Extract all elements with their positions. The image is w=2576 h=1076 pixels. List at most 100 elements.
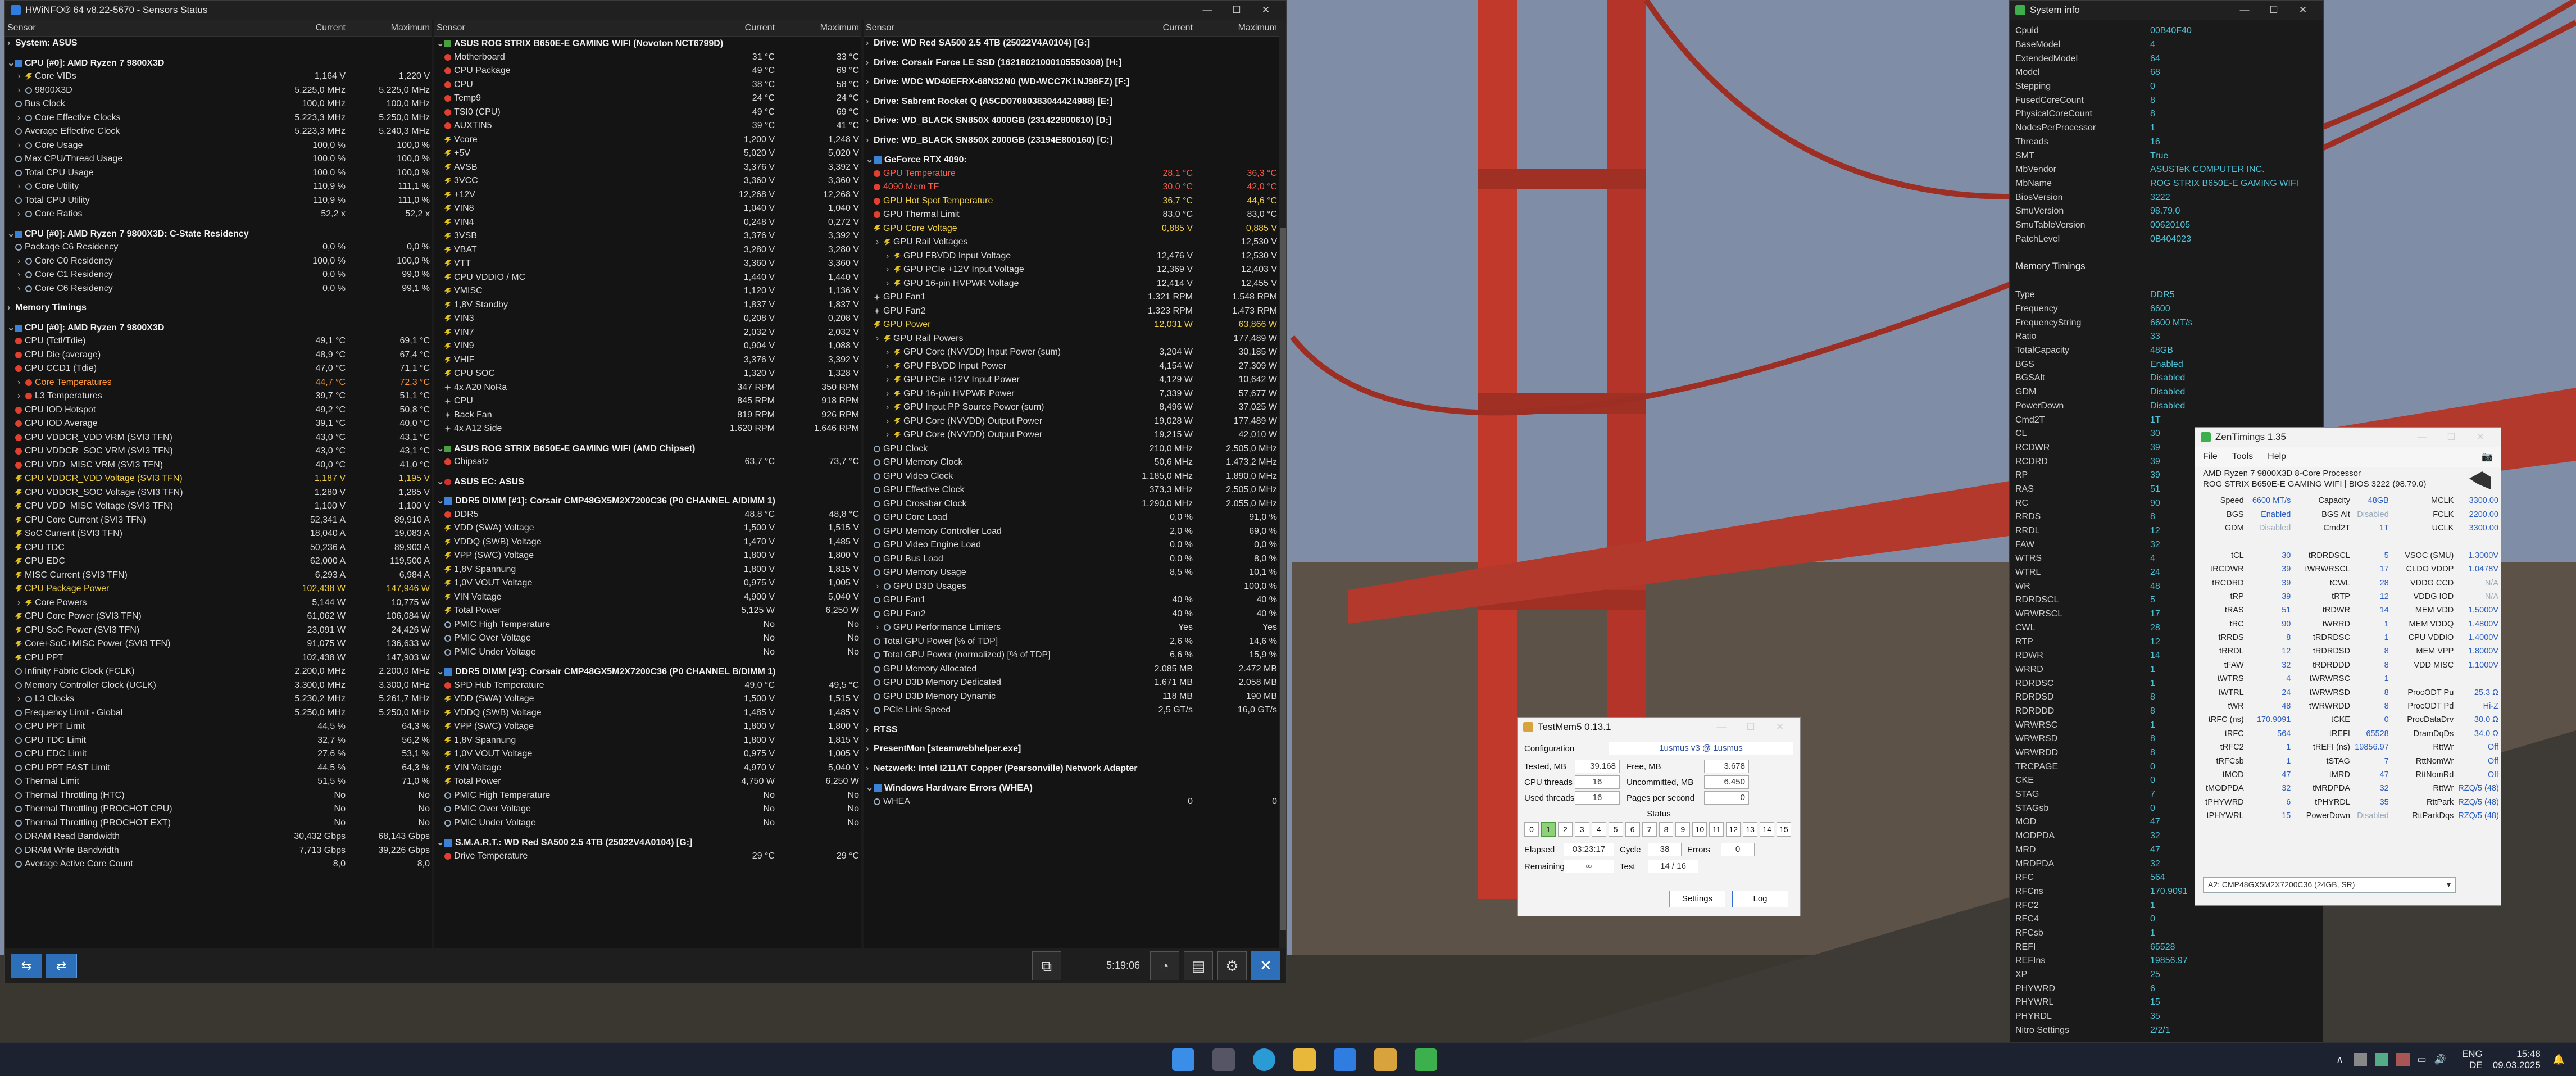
hwinfo-task-icon[interactable] xyxy=(1334,1048,1356,1071)
sensor-row[interactable]: CPU (Tctl/Tdie) 49,1 °C 69,1 °C xyxy=(5,334,432,348)
arrows-icon[interactable]: ⇄ xyxy=(46,953,77,978)
sensor-row[interactable]: › Core VIDs 1,164 V 1,220 V xyxy=(5,70,432,84)
sensor-row[interactable]: › Core Powers 5,144 W 10,775 W xyxy=(5,596,432,610)
sensor-row[interactable]: CPU CCD1 (Tdie) 47,0 °C 71,1 °C xyxy=(5,362,432,376)
close-icon[interactable]: ✕ xyxy=(2466,432,2495,443)
spacer[interactable] xyxy=(5,296,432,301)
spacer[interactable] xyxy=(864,70,1279,75)
sensor-row[interactable]: +5V 5,020 V 5,020 V xyxy=(434,147,861,161)
sensor-row[interactable]: › Core C6 Residency 0,0 % 99,1 % xyxy=(5,282,432,296)
chevron-icon[interactable]: ⌄ xyxy=(437,495,444,506)
sensor-row[interactable]: › GPU PCIe +12V Input Power 4,129 W 10,642 … xyxy=(864,373,1279,387)
sensor-group-header[interactable]: ⌄ DDR5 DIMM [#3]: Corsair CMP48GX5M2X7200… xyxy=(434,665,861,679)
chevron-icon[interactable]: › xyxy=(886,416,894,426)
network-icon[interactable]: ⧉ xyxy=(1032,951,1061,980)
gear-icon[interactable]: ⚙ xyxy=(1217,951,1247,980)
sensor-row[interactable]: DRAM Read Bandwidth 30,432 Gbps 68,143 Gbp… xyxy=(5,830,432,844)
sensor-row[interactable]: › GPU 16-pin HVPWR Power 7,339 W 57,677 W xyxy=(864,387,1279,401)
sensor-row[interactable]: › GPU 16-pin HVPWR Voltage 12,414 V 12,455 … xyxy=(864,277,1279,291)
sensor-row[interactable]: PMIC Over Voltage No No xyxy=(434,802,861,816)
chevron-icon[interactable]: ⌄ xyxy=(7,228,15,239)
spacer[interactable] xyxy=(864,775,1279,781)
sensor-row[interactable]: CPU SoC Power (SVI3 TFN) 23,091 W 24,426 W xyxy=(5,624,432,638)
sensor-row[interactable]: CPU TDC Limit 32,7 % 56,2 % xyxy=(5,734,432,748)
chevron-icon[interactable]: ⌄ xyxy=(7,57,15,69)
log-button[interactable]: Log xyxy=(1732,891,1788,907)
sensor-group-header[interactable]: › PresentMon [steamwebhelper.exe] xyxy=(864,742,1279,756)
menu-file[interactable]: File xyxy=(2203,452,2218,462)
sensor-group-header[interactable]: ⌄ ASUS ROG STRIX B650E-E GAMING WIFI (AMD… xyxy=(434,442,861,456)
chevron-icon[interactable]: › xyxy=(17,391,25,401)
sensor-group-header[interactable]: ⌄ DDR5 DIMM [#1]: Corsair CMP48GX5M2X7200… xyxy=(434,494,861,508)
chevron-icon[interactable]: ⌄ xyxy=(866,782,874,793)
chevron-icon[interactable]: › xyxy=(876,334,884,344)
col-current[interactable]: Current xyxy=(261,23,346,33)
sensor-row[interactable]: › GPU D3D Usages 100,0 % xyxy=(864,580,1279,594)
col-current[interactable]: Current xyxy=(1108,23,1193,33)
chevron-icon[interactable]: › xyxy=(886,361,894,371)
maximize-icon[interactable]: ☐ xyxy=(2437,432,2466,443)
maximize-icon[interactable]: ☐ xyxy=(1222,4,1251,16)
sensor-row[interactable]: CPU Core Power (SVI3 TFN) 61,062 W 106,084… xyxy=(5,610,432,624)
sensor-row[interactable]: › Core Effective Clocks 5.223,3 MHz 5.250,0… xyxy=(5,111,432,125)
sensor-pane-1[interactable]: Sensor Current Maximum › System: ASUS ⌄ CPU [… xyxy=(5,20,432,948)
col-current[interactable]: Current xyxy=(690,23,775,33)
sensor-row[interactable]: › GPU FBVDD Input Power 4,154 W 27,309 W xyxy=(864,360,1279,374)
sensor-group-header[interactable]: ⌄ CPU [#0]: AMD Ryzen 7 9800X3D xyxy=(5,56,432,70)
sensor-row[interactable]: VIN Voltage 4,970 V 5,040 V xyxy=(434,761,861,775)
sensor-row[interactable]: Thermal Throttling (HTC) No No xyxy=(5,789,432,803)
notification-icon[interactable]: 🔔 xyxy=(2553,1054,2565,1065)
sensor-row[interactable]: GPU Fan1 1.321 RPM 1.548 RPM xyxy=(864,290,1279,305)
sensor-group-header[interactable]: ⌄ GeForce RTX 4090: xyxy=(864,153,1279,167)
sensor-group-header[interactable]: ⌄ CPU [#0]: AMD Ryzen 7 9800X3D xyxy=(5,321,432,335)
zentimings-task-icon[interactable] xyxy=(1415,1048,1437,1071)
sensor-row[interactable]: 3VSB 3,376 V 3,392 V xyxy=(434,229,861,243)
chevron-icon[interactable]: › xyxy=(876,582,884,592)
dimm-select[interactable]: A2: CMP48GX5M2X7200C36 (24GB, SR) ▾ xyxy=(2203,877,2456,893)
tray-app-icon[interactable] xyxy=(2374,1053,2388,1066)
sensor-row[interactable]: SPD Hub Temperature 49,0 °C 49,5 °C xyxy=(434,679,861,693)
sensor-row[interactable]: › GPU FBVDD Input Voltage 12,476 V 12,530 V xyxy=(864,249,1279,264)
sensor-row[interactable]: Total Power 4,750 W 6,250 W xyxy=(434,775,861,789)
sensor-row[interactable]: GPU Thermal Limit 83,0 °C 83,0 °C xyxy=(864,208,1279,222)
testmem-titlebar[interactable]: TestMem5 0.13.1 — ☐ ✕ xyxy=(1518,718,1800,737)
sensor-row[interactable]: Core+SoC+MISC Power (SVI3 TFN) 91,075 W 13… xyxy=(5,637,432,651)
sensor-row[interactable]: › Core C1 Residency 0,0 % 99,0 % xyxy=(5,268,432,282)
close-icon[interactable]: ✕ xyxy=(1765,721,1794,733)
sensor-row[interactable]: 1,8V Spannung 1,800 V 1,815 V xyxy=(434,734,861,748)
sensor-row[interactable]: GPU Temperature 28,1 °C 36,3 °C xyxy=(864,167,1279,181)
sensor-row[interactable]: CPU PPT Limit 44,5 % 64,3 % xyxy=(5,720,432,734)
spacer[interactable] xyxy=(434,436,861,442)
chevron-icon[interactable]: ⌄ xyxy=(866,154,874,165)
sensor-row[interactable]: CPU IOD Average 39,1 °C 40,0 °C xyxy=(5,417,432,431)
sensor-row[interactable]: WHEA 0 0 xyxy=(864,795,1279,809)
report-icon[interactable]: ▤ xyxy=(1184,951,1213,980)
sensor-group-header[interactable]: › System: ASUS xyxy=(5,37,432,51)
chevron-icon[interactable]: › xyxy=(886,251,894,261)
sensor-row[interactable]: 4x A12 Side 1.620 RPM 1.646 RPM xyxy=(434,422,861,436)
spacer[interactable] xyxy=(864,737,1279,742)
sensor-row[interactable]: GPU D3D Memory Dynamic 118 MB 190 MB xyxy=(864,690,1279,704)
sensor-row[interactable]: Vcore 1,200 V 1,248 V xyxy=(434,133,861,147)
chevron-up-icon[interactable]: ∧ xyxy=(2336,1054,2343,1065)
search-icon[interactable] xyxy=(1212,1048,1235,1071)
sensor-row[interactable]: VIN9 0,904 V 1,088 V xyxy=(434,339,861,353)
sensor-group-header[interactable]: › Drive: WD_BLACK SN850X 2000GB (23194E80… xyxy=(864,134,1279,148)
clock-icon[interactable]: ◔ xyxy=(1150,951,1179,980)
chevron-icon[interactable]: ⌄ xyxy=(437,476,444,487)
sensor-row[interactable]: Total CPU Utility 110,9 % 111,0 % xyxy=(5,194,432,208)
chevron-icon[interactable]: › xyxy=(866,764,874,774)
sensor-row[interactable]: +12V 12,268 V 12,268 V xyxy=(434,188,861,202)
sensor-row[interactable]: GPU Crossbar Clock 1.290,0 MHz 2.055,0 MHz xyxy=(864,497,1279,511)
sensor-row[interactable]: Drive Temperature 29 °C 29 °C xyxy=(434,850,861,864)
spacer[interactable] xyxy=(864,756,1279,762)
col-sensor[interactable]: Sensor xyxy=(437,23,690,33)
sensor-row[interactable]: VIN8 1,040 V 1,040 V xyxy=(434,202,861,216)
camera-icon[interactable]: 📷 xyxy=(2482,451,2493,462)
chevron-icon[interactable]: › xyxy=(866,135,874,146)
sensor-row[interactable]: › Core Ratios 52,2 x 52,2 x xyxy=(5,207,432,221)
col-max[interactable]: Maximum xyxy=(346,23,430,33)
sensor-row[interactable]: › GPU PCIe +12V Input Voltage 12,369 V 12,4… xyxy=(864,263,1279,277)
sensor-row[interactable]: Total GPU Power (normalized) [% of TDP] 6… xyxy=(864,648,1279,662)
sensor-row[interactable]: VIN3 0,208 V 0,208 V xyxy=(434,312,861,326)
